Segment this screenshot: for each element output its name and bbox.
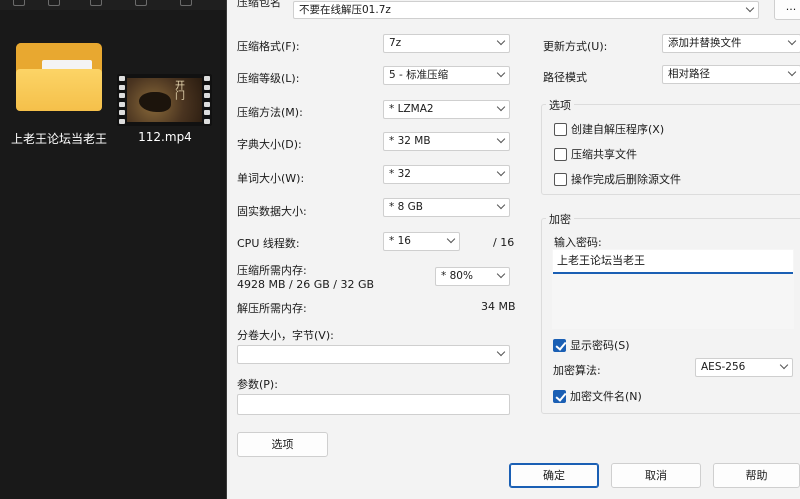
word-select[interactable]: * 32 <box>383 165 510 184</box>
bird-image <box>139 92 171 112</box>
memory-percent-value: * 80% <box>441 270 473 282</box>
chevron-down-icon <box>496 167 506 177</box>
explorer-toolbar <box>0 0 226 10</box>
sfx-label: 创建自解压程序(X) <box>571 123 665 136</box>
cpu-value: * 16 <box>389 235 411 247</box>
archive-name-value: 不要在线解压01.7z <box>299 4 391 16</box>
params-label: 参数(P): <box>237 378 278 391</box>
cpu-select[interactable]: * 16 <box>383 232 460 251</box>
encrypt-names-label: 加密文件名(N) <box>570 390 642 403</box>
checkbox-icon <box>554 147 567 161</box>
help-button[interactable]: 帮助 <box>713 463 800 488</box>
encryption-group-title: 加密 <box>546 211 574 227</box>
decompress-memory-value: 34 MB <box>481 300 516 313</box>
checkbox-icon <box>554 172 567 186</box>
archive-name-combo[interactable]: 不要在线解压01.7z <box>293 1 759 19</box>
split-select[interactable] <box>237 345 510 364</box>
method-value: * LZMA2 <box>389 103 434 115</box>
chevron-down-icon <box>446 234 456 244</box>
update-label: 更新方式(U): <box>543 40 608 53</box>
copy-icon[interactable] <box>90 0 102 6</box>
chevron-down-icon <box>496 134 506 144</box>
video-name[interactable]: 112.mp4 <box>122 130 208 144</box>
memory-label: 压缩所需内存: <box>237 264 307 277</box>
path-label: 路径模式 <box>543 71 587 84</box>
method-select[interactable]: * LZMA2 <box>383 100 510 119</box>
format-select[interactable]: 7z <box>383 34 510 53</box>
cancel-button[interactable]: 取消 <box>611 463 701 488</box>
browse-button[interactable]: ... <box>774 0 800 20</box>
checkbox-checked-icon <box>553 389 566 403</box>
folder-name[interactable]: 上老王论坛当老王 <box>4 130 114 147</box>
video-thumbnail-icon[interactable]: 开门 <box>117 74 212 126</box>
show-password-label: 显示密码(S) <box>570 339 630 352</box>
new-icon[interactable] <box>13 0 25 6</box>
checkbox-checked-icon <box>553 338 566 352</box>
memory-value: 4928 MB / 26 GB / 32 GB <box>237 278 375 291</box>
paste-icon[interactable] <box>135 0 147 6</box>
path-select[interactable]: 相对路径 <box>662 65 800 84</box>
chevron-down-icon <box>496 68 506 78</box>
dict-label: 字典大小(D): <box>237 138 302 151</box>
folder-icon[interactable] <box>16 43 102 111</box>
chevron-down-icon <box>496 269 506 279</box>
options-button[interactable]: 选项 <box>237 432 328 457</box>
format-value: 7z <box>389 37 402 49</box>
delete-source-label: 操作完成后删除源文件 <box>571 173 681 186</box>
word-value: * 32 <box>389 168 411 180</box>
solid-label: 固实数据大小: <box>237 205 307 218</box>
algorithm-select[interactable]: AES-256 <box>695 358 793 377</box>
password-input[interactable]: 上老王论坛当老王 <box>553 250 793 274</box>
shared-label: 压缩共享文件 <box>571 148 637 161</box>
chevron-down-icon <box>496 347 506 357</box>
solid-select[interactable]: * 8 GB <box>383 198 510 217</box>
delete-icon[interactable] <box>180 0 192 6</box>
show-password-checkbox[interactable]: 显示密码(S) <box>553 337 630 353</box>
chevron-down-icon <box>779 360 789 370</box>
path-value: 相对路径 <box>668 68 710 80</box>
checkbox-icon <box>554 122 567 136</box>
format-label: 压缩格式(F): <box>237 40 300 53</box>
cpu-total: / 16 <box>493 236 515 249</box>
algorithm-label: 加密算法: <box>553 364 601 377</box>
update-value: 添加并替换文件 <box>668 37 742 49</box>
ok-button[interactable]: 确定 <box>509 463 599 488</box>
update-select[interactable]: 添加并替换文件 <box>662 34 800 53</box>
chevron-down-icon[interactable] <box>745 3 755 13</box>
solid-value: * 8 GB <box>389 201 423 213</box>
password-value: 上老王论坛当老王 <box>557 254 645 267</box>
memory-percent-select[interactable]: * 80% <box>435 267 510 286</box>
chevron-down-icon <box>496 102 506 112</box>
desktop: 上老王论坛当老王 开门 112.mp4 <box>0 0 226 499</box>
dict-value: * 32 MB <box>389 135 431 147</box>
dict-select[interactable]: * 32 MB <box>383 132 510 151</box>
params-input[interactable] <box>237 394 510 415</box>
chevron-down-icon <box>787 36 797 46</box>
password-label: 输入密码: <box>554 236 602 249</box>
level-select[interactable]: 5 - 标准压缩 <box>383 66 510 85</box>
level-value: 5 - 标准压缩 <box>389 69 449 81</box>
chevron-down-icon <box>787 67 797 77</box>
chevron-down-icon <box>496 200 506 210</box>
method-label: 压缩方法(M): <box>237 106 303 119</box>
cpu-label: CPU 线程数: <box>237 237 300 250</box>
chevron-down-icon <box>496 36 506 46</box>
shared-checkbox[interactable]: 压缩共享文件 <box>554 146 637 162</box>
options-group-title: 选项 <box>546 97 574 113</box>
archive-name-label: 压缩包名 <box>237 0 281 9</box>
encrypt-names-checkbox[interactable]: 加密文件名(N) <box>553 388 642 404</box>
word-label: 单词大小(W): <box>237 172 305 185</box>
algorithm-value: AES-256 <box>701 361 746 373</box>
delete-source-checkbox[interactable]: 操作完成后删除源文件 <box>554 171 681 187</box>
level-label: 压缩等级(L): <box>237 72 300 85</box>
split-label: 分卷大小，字节(V): <box>237 329 334 342</box>
decompress-memory-label: 解压所需内存: <box>237 302 307 315</box>
sfx-checkbox[interactable]: 创建自解压程序(X) <box>554 121 664 137</box>
cut-icon[interactable] <box>48 0 60 6</box>
video-overlay-text: 开门 <box>175 81 185 102</box>
